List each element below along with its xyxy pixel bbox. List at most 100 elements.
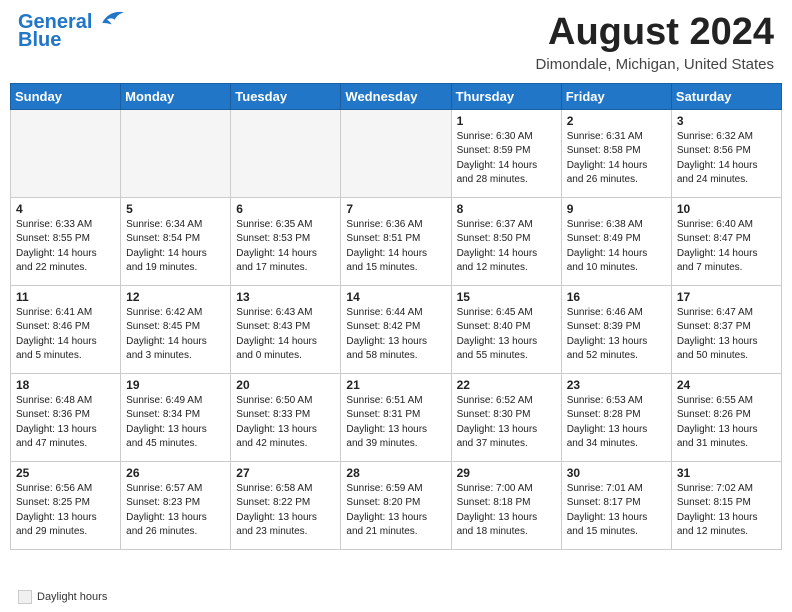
calendar-cell: 11 Sunrise: 6:41 AM Sunset: 8:46 PM Dayli… (11, 285, 121, 373)
legend-label: Daylight hours (37, 591, 107, 603)
col-header-sunday: Sunday (11, 83, 121, 109)
calendar-table: SundayMondayTuesdayWednesdayThursdayFrid… (10, 83, 782, 550)
page: General Blue August 2024 Dimondale, Mich… (0, 0, 792, 612)
title-block: August 2024 Dimondale, Michigan, United … (536, 12, 774, 73)
main-title: August 2024 (536, 12, 774, 54)
week-row-3: 11 Sunrise: 6:41 AM Sunset: 8:46 PM Dayli… (11, 285, 782, 373)
day-info: Sunrise: 6:53 AM Sunset: 8:28 PM Dayligh… (567, 394, 666, 452)
calendar-cell: 9 Sunrise: 6:38 AM Sunset: 8:49 PM Daylig… (561, 197, 671, 285)
calendar-cell: 16Sunrise: 6:46 AM Sunset: 8:39 PM Dayli… (561, 285, 671, 373)
day-info: Sunrise: 6:48 AM Sunset: 8:36 PM Dayligh… (16, 394, 115, 452)
day-info: Sunrise: 6:55 AM Sunset: 8:26 PM Dayligh… (677, 394, 776, 452)
day-number: 14 (346, 290, 445, 304)
week-row-4: 18 Sunrise: 6:48 AM Sunset: 8:36 PM Dayli… (11, 373, 782, 461)
day-number: 18 (16, 378, 115, 392)
calendar-cell: 18 Sunrise: 6:48 AM Sunset: 8:36 PM Dayli… (11, 373, 121, 461)
calendar-cell (121, 109, 231, 197)
calendar-cell: 27 Sunrise: 6:58 AM Sunset: 8:22 PM Dayli… (231, 461, 341, 549)
day-number: 17 (677, 290, 776, 304)
day-info: Sunrise: 7:02 AM Sunset: 8:15 PM Dayligh… (677, 482, 776, 540)
calendar-cell: 3Sunrise: 6:32 AM Sunset: 8:56 PM Daylig… (671, 109, 781, 197)
calendar-cell: 29 Sunrise: 7:00 AM Sunset: 8:18 PM Dayli… (451, 461, 561, 549)
calendar-cell: 28Sunrise: 6:59 AM Sunset: 8:20 PM Dayli… (341, 461, 451, 549)
header: General Blue August 2024 Dimondale, Mich… (0, 0, 792, 77)
day-number: 15 (457, 290, 556, 304)
day-number: 6 (236, 202, 335, 216)
day-number: 4 (16, 202, 115, 216)
day-number: 29 (457, 466, 556, 480)
day-info: Sunrise: 6:44 AM Sunset: 8:42 PM Dayligh… (346, 306, 445, 364)
day-number: 19 (126, 378, 225, 392)
day-info: Sunrise: 6:58 AM Sunset: 8:22 PM Dayligh… (236, 482, 335, 540)
day-info: Sunrise: 7:01 AM Sunset: 8:17 PM Dayligh… (567, 482, 666, 540)
subtitle: Dimondale, Michigan, United States (536, 56, 774, 73)
day-info: Sunrise: 6:56 AM Sunset: 8:25 PM Dayligh… (16, 482, 115, 540)
calendar-cell: 23 Sunrise: 6:53 AM Sunset: 8:28 PM Dayli… (561, 373, 671, 461)
day-number: 25 (16, 466, 115, 480)
day-info: Sunrise: 6:38 AM Sunset: 8:49 PM Dayligh… (567, 218, 666, 276)
calendar-cell: 1Sunrise: 6:30 AM Sunset: 8:59 PM Daylig… (451, 109, 561, 197)
day-number: 24 (677, 378, 776, 392)
day-info: Sunrise: 6:40 AM Sunset: 8:47 PM Dayligh… (677, 218, 776, 276)
day-info: Sunrise: 6:41 AM Sunset: 8:46 PM Dayligh… (16, 306, 115, 364)
week-row-1: 1Sunrise: 6:30 AM Sunset: 8:59 PM Daylig… (11, 109, 782, 197)
legend-box (18, 590, 32, 604)
day-number: 21 (346, 378, 445, 392)
day-info: Sunrise: 6:51 AM Sunset: 8:31 PM Dayligh… (346, 394, 445, 452)
day-number: 8 (457, 202, 556, 216)
logo: General Blue (18, 12, 126, 50)
col-header-friday: Friday (561, 83, 671, 109)
day-info: Sunrise: 6:36 AM Sunset: 8:51 PM Dayligh… (346, 218, 445, 276)
calendar-cell: 6 Sunrise: 6:35 AM Sunset: 8:53 PM Daylig… (231, 197, 341, 285)
day-info: Sunrise: 6:57 AM Sunset: 8:23 PM Dayligh… (126, 482, 225, 540)
day-info: Sunrise: 6:49 AM Sunset: 8:34 PM Dayligh… (126, 394, 225, 452)
calendar-cell: 22 Sunrise: 6:52 AM Sunset: 8:30 PM Dayli… (451, 373, 561, 461)
calendar-cell: 7 Sunrise: 6:36 AM Sunset: 8:51 PM Daylig… (341, 197, 451, 285)
calendar-cell: 12Sunrise: 6:42 AM Sunset: 8:45 PM Dayli… (121, 285, 231, 373)
col-header-wednesday: Wednesday (341, 83, 451, 109)
day-number: 26 (126, 466, 225, 480)
calendar-cell: 13Sunrise: 6:43 AM Sunset: 8:43 PM Dayli… (231, 285, 341, 373)
calendar-cell: 20Sunrise: 6:50 AM Sunset: 8:33 PM Dayli… (231, 373, 341, 461)
day-info: Sunrise: 7:00 AM Sunset: 8:18 PM Dayligh… (457, 482, 556, 540)
calendar-cell: 5Sunrise: 6:34 AM Sunset: 8:54 PM Daylig… (121, 197, 231, 285)
day-number: 30 (567, 466, 666, 480)
calendar-header-row: SundayMondayTuesdayWednesdayThursdayFrid… (11, 83, 782, 109)
day-info: Sunrise: 6:33 AM Sunset: 8:55 PM Dayligh… (16, 218, 115, 276)
day-number: 11 (16, 290, 115, 304)
calendar-cell (231, 109, 341, 197)
day-info: Sunrise: 6:34 AM Sunset: 8:54 PM Dayligh… (126, 218, 225, 276)
week-row-2: 4 Sunrise: 6:33 AM Sunset: 8:55 PM Daylig… (11, 197, 782, 285)
calendar-cell (341, 109, 451, 197)
calendar-cell: 25 Sunrise: 6:56 AM Sunset: 8:25 PM Dayli… (11, 461, 121, 549)
calendar: SundayMondayTuesdayWednesdayThursdayFrid… (10, 83, 782, 580)
day-number: 2 (567, 114, 666, 128)
day-number: 9 (567, 202, 666, 216)
day-number: 7 (346, 202, 445, 216)
calendar-cell: 24 Sunrise: 6:55 AM Sunset: 8:26 PM Dayli… (671, 373, 781, 461)
calendar-cell: 17 Sunrise: 6:47 AM Sunset: 8:37 PM Dayli… (671, 285, 781, 373)
day-info: Sunrise: 6:52 AM Sunset: 8:30 PM Dayligh… (457, 394, 556, 452)
calendar-cell: 8Sunrise: 6:37 AM Sunset: 8:50 PM Daylig… (451, 197, 561, 285)
day-number: 12 (126, 290, 225, 304)
day-info: Sunrise: 6:47 AM Sunset: 8:37 PM Dayligh… (677, 306, 776, 364)
col-header-saturday: Saturday (671, 83, 781, 109)
day-info: Sunrise: 6:45 AM Sunset: 8:40 PM Dayligh… (457, 306, 556, 364)
day-number: 1 (457, 114, 556, 128)
day-number: 27 (236, 466, 335, 480)
day-number: 22 (457, 378, 556, 392)
calendar-cell: 21 Sunrise: 6:51 AM Sunset: 8:31 PM Dayli… (341, 373, 451, 461)
footer: Daylight hours (0, 586, 792, 612)
logo-bird-icon (94, 9, 126, 29)
day-info: Sunrise: 6:43 AM Sunset: 8:43 PM Dayligh… (236, 306, 335, 364)
calendar-cell: 30 Sunrise: 7:01 AM Sunset: 8:17 PM Dayli… (561, 461, 671, 549)
calendar-cell: 4 Sunrise: 6:33 AM Sunset: 8:55 PM Daylig… (11, 197, 121, 285)
col-header-thursday: Thursday (451, 83, 561, 109)
day-number: 23 (567, 378, 666, 392)
day-number: 31 (677, 466, 776, 480)
calendar-cell (11, 109, 121, 197)
day-info: Sunrise: 6:35 AM Sunset: 8:53 PM Dayligh… (236, 218, 335, 276)
col-header-monday: Monday (121, 83, 231, 109)
day-info: Sunrise: 6:59 AM Sunset: 8:20 PM Dayligh… (346, 482, 445, 540)
calendar-cell: 26 Sunrise: 6:57 AM Sunset: 8:23 PM Dayli… (121, 461, 231, 549)
